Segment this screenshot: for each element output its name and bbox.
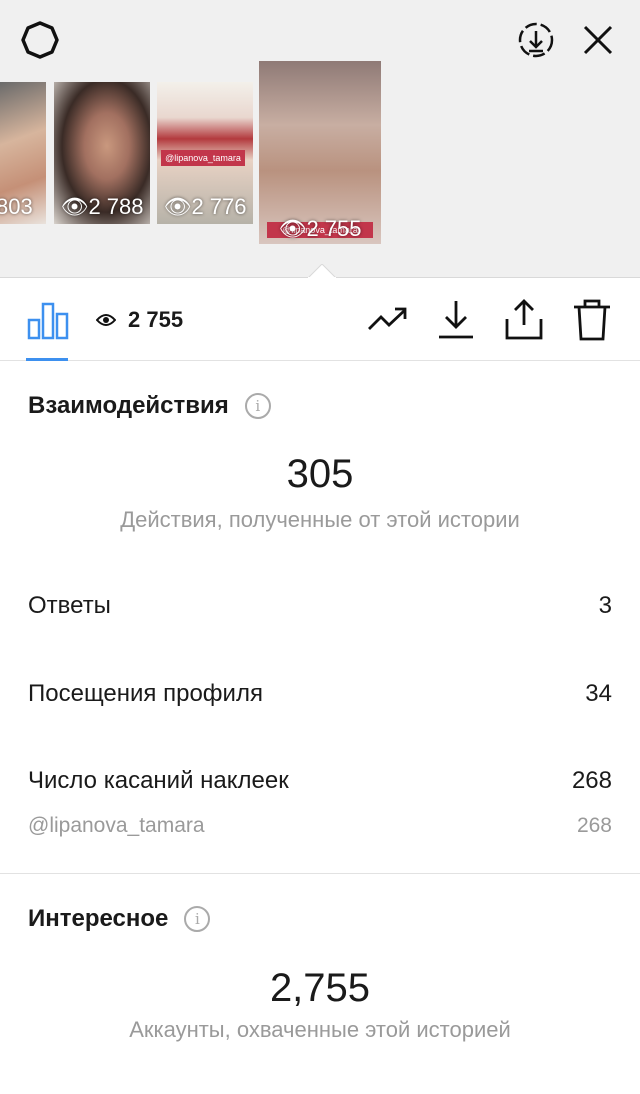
eye-icon	[95, 307, 117, 333]
selection-pointer	[308, 264, 336, 278]
discovery-total: 2,755	[269, 966, 371, 1010]
settings-gear-icon[interactable]	[18, 18, 62, 62]
stories-strip: 803 👁2 788 @lipanova_tamara 👁2 776 @lipa…	[0, 0, 640, 278]
stat-row-profile-visits: Посещения профиля 34	[28, 680, 612, 708]
stat-row-sticker-mention: @lipanova_tamara 268	[28, 814, 612, 838]
stat-value: 3	[598, 592, 612, 619]
stat-value: 34	[585, 680, 612, 707]
stat-value: 268	[576, 814, 612, 837]
story-view-count: 👁2 755	[278, 216, 362, 241]
download-icon[interactable]	[434, 298, 478, 342]
trend-arrow-icon[interactable]	[366, 298, 410, 342]
stat-value: 268	[571, 767, 612, 794]
stat-label: Посещения профиля	[28, 680, 263, 707]
close-icon[interactable]	[576, 18, 620, 62]
eye-icon: 👁	[163, 194, 192, 219]
info-icon[interactable]: i	[244, 393, 271, 419]
trash-icon[interactable]	[570, 298, 614, 342]
interactions-title: Взаимодействия	[28, 392, 229, 419]
views-count: 2 755	[128, 307, 184, 332]
stat-label: @lipanova_tamara	[28, 814, 205, 837]
story-toolbar: 2 755	[0, 278, 640, 361]
info-icon[interactable]: i	[184, 906, 211, 932]
interactions-total-label: Действия, полученные от этой истории	[120, 507, 520, 532]
stat-label: Число касаний наклеек	[28, 767, 289, 794]
story-view-count: 👁2 776	[163, 194, 247, 219]
story-mention-tag: @lipanova_tamara	[161, 150, 245, 166]
story-thumbnail[interactable]: @lipanova_tamara 👁2 776	[157, 82, 253, 224]
interactions-section-title: Взаимодействия i	[28, 392, 271, 420]
stat-row-sticker-taps: Число касаний наклеек 268	[28, 767, 612, 795]
story-thumbnail-selected[interactable]: @lipanova_tamara 👁2 755	[259, 61, 381, 244]
eye-icon: 👁	[278, 216, 307, 241]
story-view-count: 👁2 788	[60, 194, 144, 219]
eye-icon: 👁	[60, 194, 89, 219]
stat-row-replies: Ответы 3	[28, 592, 612, 620]
section-divider	[0, 873, 640, 874]
discovery-total-label: Аккаунты, охваченные этой историей	[129, 1017, 511, 1042]
discovery-title: Интересное	[28, 905, 169, 932]
story-view-count: 803	[0, 194, 33, 219]
download-circle-icon[interactable]	[514, 18, 558, 62]
story-views: 2 755	[95, 307, 184, 333]
share-icon[interactable]	[502, 298, 546, 342]
stat-label: Ответы	[28, 592, 111, 619]
interactions-total: 305	[286, 452, 354, 496]
bar-chart-icon[interactable]	[26, 298, 70, 342]
story-thumbnail[interactable]: 803	[0, 82, 46, 224]
active-tab-indicator	[26, 358, 68, 361]
discovery-section-title: Интересное i	[28, 905, 211, 933]
story-thumbnail[interactable]: 👁2 788	[54, 82, 150, 224]
